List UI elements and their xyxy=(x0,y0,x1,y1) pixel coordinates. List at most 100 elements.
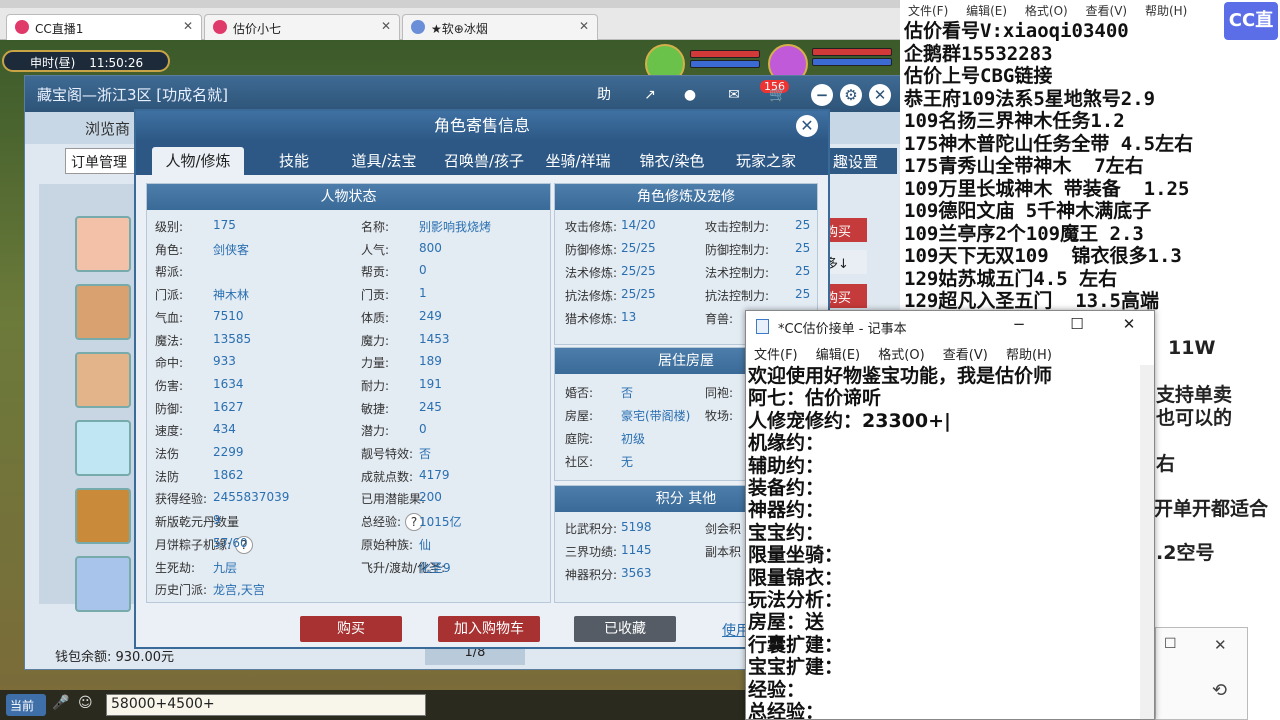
tab-cc-live[interactable]: CC直播1 ✕ xyxy=(6,14,202,40)
close-icon[interactable]: ✕ xyxy=(1214,636,1227,654)
info-row: 敏捷: 245 xyxy=(361,400,442,417)
help-button[interactable]: 助 xyxy=(591,82,617,108)
role-avatar[interactable] xyxy=(75,352,131,408)
chat-channel-button[interactable]: 当前 xyxy=(6,694,46,716)
info-value: 7510 xyxy=(213,308,244,323)
info-row: 速度: 434 xyxy=(155,422,236,439)
info-label: 原始种族: xyxy=(361,537,414,552)
order-management-button[interactable]: 订单管理 xyxy=(65,148,143,174)
cc-tab-icon xyxy=(15,20,29,34)
tab-appraiser[interactable]: 估价小七 ✕ xyxy=(204,14,400,40)
emoji-icon[interactable]: ☺ xyxy=(78,695,93,711)
add-to-cart-button[interactable]: 加入购物车 xyxy=(438,616,540,642)
close-icon[interactable]: ✕ xyxy=(1114,315,1144,337)
menu-file[interactable]: 文件(F) xyxy=(754,348,798,363)
info-value: 否 xyxy=(621,386,634,400)
info-label: 攻击修炼: xyxy=(565,220,618,234)
gear-icon[interactable]: ⚙ xyxy=(840,84,862,106)
menu-help[interactable]: 帮助(H) xyxy=(1145,4,1187,18)
partial-line: 也可以的 xyxy=(1156,407,1233,429)
cbg-title: 藏宝阁—浙江3区 [功成名就] xyxy=(37,86,229,104)
settings-button[interactable]: 趣设置 xyxy=(827,148,897,174)
background-notepad-text[interactable]: 估价看号V:xiaoqi03400 企鹅群15532283 估价上号CBG链接 … xyxy=(904,20,1193,313)
info-value: 1634 xyxy=(213,376,244,391)
info-label: 级别: xyxy=(155,220,184,234)
close-icon[interactable]: ✕ xyxy=(869,84,891,106)
menu-view[interactable]: 查看(V) xyxy=(943,348,988,363)
close-icon[interactable]: ✕ xyxy=(183,19,193,33)
microphone-icon[interactable]: 🎤 xyxy=(52,695,69,711)
info-row: 潜力: 0 xyxy=(361,422,427,439)
menu-edit[interactable]: 编辑(E) xyxy=(966,4,1007,18)
chat-input[interactable]: 58000+4500+ xyxy=(106,694,426,716)
mini-window: ☐ ✕ ⟲ xyxy=(1155,627,1248,720)
game-clock: 申时(昼) 11:50:26 xyxy=(2,50,170,72)
info-label: 潜力: xyxy=(361,424,390,439)
info-label: 房屋: xyxy=(565,409,594,423)
info-value: 25 xyxy=(795,264,811,278)
favorited-button[interactable]: 已收藏 xyxy=(574,616,676,642)
share-icon[interactable]: ↗ xyxy=(637,82,663,108)
message-icon[interactable]: ✉ xyxy=(721,82,747,108)
player-hp-bar xyxy=(812,48,892,56)
info-label: 攻击控制力: xyxy=(705,220,770,234)
info-value: 0 xyxy=(419,422,427,437)
role-avatar[interactable] xyxy=(75,216,131,272)
maximize-icon[interactable]: ☐ xyxy=(1062,315,1092,337)
status-panel-title: 人物状态 xyxy=(147,184,550,210)
role-avatar[interactable] xyxy=(75,488,131,544)
modal-title: 角色寄售信息 xyxy=(433,116,530,135)
menu-view[interactable]: 查看(V) xyxy=(1086,4,1128,18)
info-row: 三界功绩: 1145 xyxy=(565,543,652,560)
tab-skills[interactable]: 技能 xyxy=(254,147,334,175)
minimize-icon[interactable]: − xyxy=(1004,315,1034,337)
menu-edit[interactable]: 编辑(E) xyxy=(816,348,860,363)
tab-pets[interactable]: 召唤兽/孩子 xyxy=(434,147,534,175)
info-row: 攻击修炼: 14/20 xyxy=(565,218,656,235)
notepad-editor[interactable]: 欢迎使用好物鉴宝功能，我是估价师 阿七：估价谛听 人修宠修约：23300+| 机… xyxy=(748,365,1140,719)
tab-items[interactable]: 道具/法宝 xyxy=(344,147,424,175)
info-row: 攻击控制力: 25 xyxy=(705,218,810,235)
role-avatar[interactable] xyxy=(75,556,131,612)
maximize-icon[interactable]: ☐ xyxy=(1164,636,1177,652)
role-avatar[interactable] xyxy=(75,420,131,476)
notepad-title: *CC估价接单 - 记事本 xyxy=(778,322,907,337)
cart-icon[interactable]: 🛒 xyxy=(765,82,791,108)
tab-player-home[interactable]: 玩家之家 xyxy=(726,147,806,175)
tab-strip-top xyxy=(0,0,900,8)
buy-button[interactable]: 购买 xyxy=(300,616,402,642)
close-icon[interactable]: ✕ xyxy=(579,19,589,33)
info-value: 1627 xyxy=(213,399,244,414)
info-row: 抗法修炼: 25/25 xyxy=(565,287,656,304)
menu-format[interactable]: 格式(O) xyxy=(878,348,924,363)
minimize-icon[interactable]: − xyxy=(811,84,833,106)
info-label: 副本积 xyxy=(705,545,742,559)
menu-file[interactable]: 文件(F) xyxy=(908,4,948,18)
info-row: 庭院: 初级 xyxy=(565,430,645,447)
browse-tab[interactable]: 浏览商 xyxy=(85,118,130,139)
info-row: 法伤 2299 xyxy=(155,445,244,462)
time-period: 申时(昼) xyxy=(30,56,76,70)
role-avatar[interactable] xyxy=(75,284,131,340)
info-label: 命中: xyxy=(155,356,184,371)
tab-label: ★软⊕冰烟 xyxy=(431,22,488,36)
info-label: 魔法: xyxy=(155,333,184,348)
tab-mounts[interactable]: 坐骑/祥瑞 xyxy=(538,147,618,175)
history-icon[interactable]: ⟲ xyxy=(1212,680,1227,701)
info-value: 1145 xyxy=(621,543,652,557)
tab-character[interactable]: 人物/修炼 xyxy=(152,147,244,175)
menu-help[interactable]: 帮助(H) xyxy=(1006,348,1052,363)
close-icon[interactable]: ✕ xyxy=(381,19,391,33)
player-mp-bar xyxy=(812,58,892,66)
info-label: 靓号特效: xyxy=(361,447,414,461)
pet-mp-bar xyxy=(690,60,760,68)
info-value: 933 xyxy=(213,354,236,369)
close-icon[interactable]: ✕ xyxy=(796,115,818,137)
menu-format[interactable]: 格式(O) xyxy=(1025,4,1068,18)
tab-costumes[interactable]: 锦衣/染色 xyxy=(632,147,712,175)
info-label: 剑会积 xyxy=(705,522,742,536)
record-icon[interactable]: ● xyxy=(677,82,703,108)
info-row: 气血: 7510 xyxy=(155,309,244,326)
tab-bingyan[interactable]: ★软⊕冰烟 ✕ xyxy=(402,14,598,40)
vertical-scrollbar[interactable] xyxy=(1140,365,1154,719)
